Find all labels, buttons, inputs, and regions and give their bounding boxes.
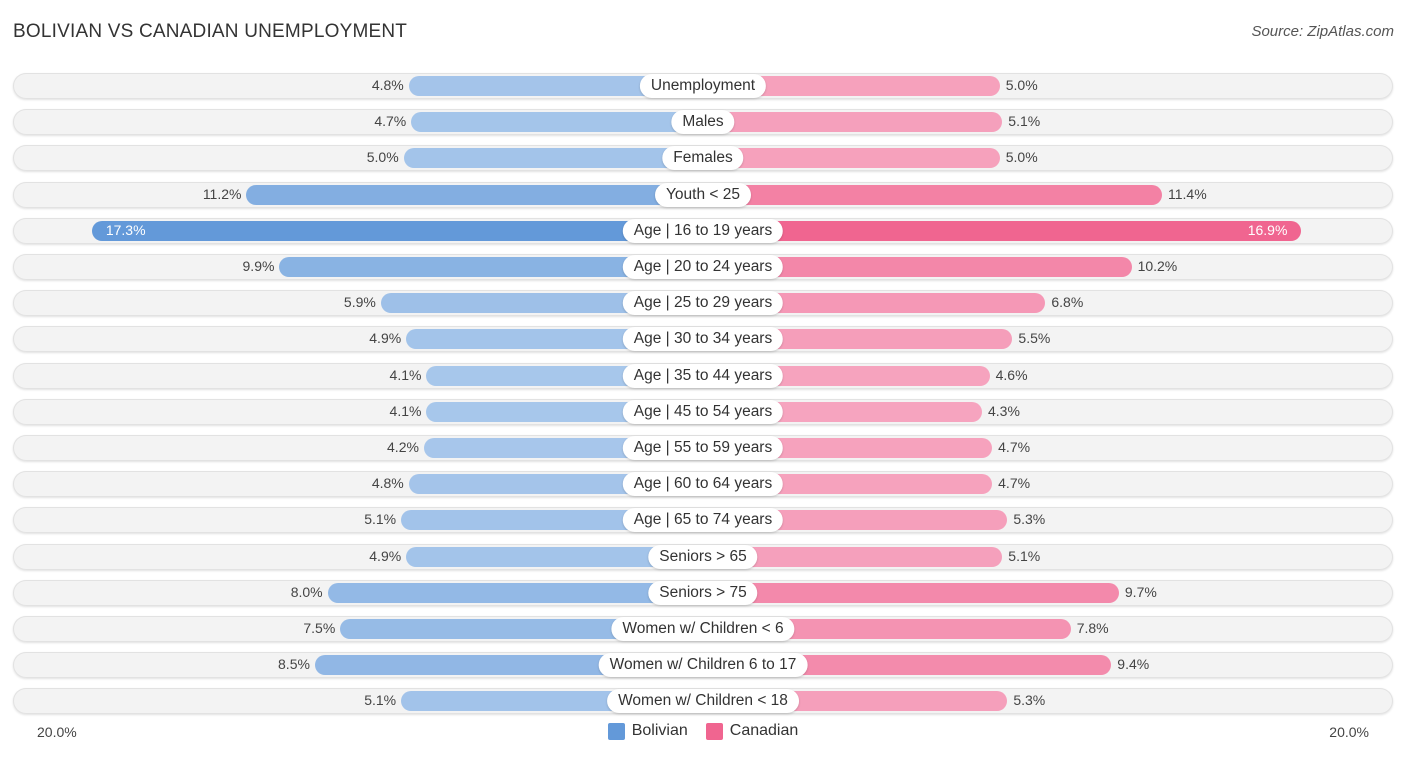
value-label-canadian: 4.3% — [988, 403, 1020, 419]
value-label-bolivian: 4.8% — [371, 77, 404, 93]
value-label-bolivian: 7.5% — [303, 620, 336, 636]
value-label-bolivian: 4.9% — [369, 330, 402, 346]
value-label-canadian: 5.1% — [1008, 113, 1041, 129]
value-label-canadian: 5.1% — [1008, 548, 1041, 564]
chart-row: 5.9% 6.8% Age | 25 to 29 years — [13, 290, 1393, 316]
chart-row: 9.9% 10.2% Age | 20 to 24 years — [13, 254, 1393, 280]
value-label-canadian: 10.2% — [1137, 258, 1178, 274]
category-label: Unemployment — [639, 74, 767, 98]
legend-label-bolivian: Bolivian — [631, 722, 688, 739]
value-label-bolivian: 4.2% — [387, 439, 419, 455]
category-label: Males — [671, 110, 735, 134]
bar-canadian[interactable] — [703, 221, 1302, 241]
category-label: Age | 65 to 74 years — [622, 508, 784, 532]
value-label-canadian: 11.4% — [1167, 186, 1207, 202]
value-label-canadian: 5.3% — [1013, 511, 1046, 527]
value-label-canadian: 4.6% — [995, 367, 1028, 383]
chart-row: 4.2% 4.7% Age | 55 to 59 years — [13, 435, 1393, 461]
chart-row: 4.8% 4.7% Age | 60 to 64 years — [13, 471, 1393, 497]
chart-row: 5.0% 5.0% Females — [13, 145, 1393, 171]
bar-canadian[interactable] — [703, 112, 1003, 132]
bar-canadian[interactable] — [703, 583, 1119, 603]
category-label: Age | 25 to 29 years — [622, 291, 784, 315]
value-label-canadian: 9.7% — [1124, 584, 1157, 600]
value-label-bolivian: 5.1% — [364, 692, 397, 708]
legend-swatch-canadian — [705, 722, 723, 740]
category-label: Seniors > 75 — [648, 581, 758, 605]
legend-item-bolivian[interactable]: Bolivian — [607, 722, 688, 740]
chart-row: 8.5% 9.4% Women w/ Children 6 to 17 — [13, 652, 1393, 678]
legend: Bolivian Canadian — [0, 722, 1406, 740]
chart-row: 7.5% 7.8% Women w/ Children < 6 — [13, 616, 1393, 642]
value-label-bolivian: 4.1% — [389, 367, 422, 383]
value-label-canadian: 6.8% — [1051, 294, 1084, 310]
category-label: Age | 35 to 44 years — [622, 364, 784, 388]
value-label-bolivian: 5.1% — [364, 511, 397, 527]
value-label-canadian: 5.0% — [1005, 77, 1038, 93]
value-label-bolivian: 11.2% — [202, 186, 242, 202]
legend-item-canadian[interactable]: Canadian — [705, 722, 799, 740]
category-label: Youth < 25 — [655, 183, 751, 207]
chart-row: 8.0% 9.7% Seniors > 75 — [13, 580, 1393, 606]
chart-row: 17.3% 16.9% Age | 16 to 19 years — [13, 218, 1393, 244]
category-label: Age | 45 to 54 years — [622, 400, 784, 424]
category-label: Women w/ Children 6 to 17 — [598, 653, 808, 677]
bar-bolivian[interactable] — [246, 185, 703, 205]
category-label: Age | 30 to 34 years — [622, 327, 784, 351]
chart-row: 5.1% 5.3% Women w/ Children < 18 — [13, 688, 1393, 714]
bar-bolivian[interactable] — [403, 148, 703, 168]
category-label: Women w/ Children < 18 — [607, 689, 799, 713]
value-label-bolivian: 5.0% — [366, 149, 399, 165]
chart-row: 4.1% 4.3% Age | 45 to 54 years — [13, 399, 1393, 425]
chart-row: 5.1% 5.3% Age | 65 to 74 years — [13, 507, 1393, 533]
value-label-bolivian: 9.9% — [242, 258, 275, 274]
value-label-canadian: 4.7% — [998, 439, 1031, 455]
value-label-bolivian: 8.5% — [278, 656, 310, 672]
category-label: Women w/ Children < 6 — [611, 617, 795, 641]
value-label-canadian: 9.4% — [1117, 656, 1150, 672]
value-label-canadian: 5.5% — [1018, 330, 1051, 346]
bar-bolivian[interactable] — [327, 583, 703, 603]
category-label: Age | 20 to 24 years — [622, 255, 784, 279]
chart-row: 11.2% 11.4% Youth < 25 — [13, 182, 1393, 208]
chart-row: 4.9% 5.5% Age | 30 to 34 years — [13, 326, 1393, 352]
chart-row: 4.8% 5.0% Unemployment — [13, 73, 1393, 99]
chart-title: BOLIVIAN VS CANADIAN UNEMPLOYMENT — [13, 21, 408, 42]
chart-row: 4.9% 5.1% Seniors > 65 — [13, 544, 1393, 570]
value-label-canadian: 5.0% — [1005, 149, 1038, 165]
category-label: Age | 60 to 64 years — [622, 472, 784, 496]
chart-row: 4.1% 4.6% Age | 35 to 44 years — [13, 363, 1393, 389]
category-label: Age | 16 to 19 years — [622, 219, 784, 243]
value-label-canadian: 7.8% — [1076, 620, 1109, 636]
value-label-bolivian: 17.3% — [105, 222, 146, 238]
bar-canadian[interactable] — [703, 148, 1000, 168]
legend-label-canadian: Canadian — [729, 722, 799, 739]
value-label-canadian: 4.7% — [998, 475, 1031, 491]
bar-bolivian[interactable] — [91, 221, 703, 241]
value-label-canadian: 16.9% — [1247, 222, 1288, 238]
value-label-bolivian: 8.0% — [290, 584, 323, 600]
value-label-bolivian: 4.7% — [374, 113, 407, 129]
category-label: Seniors > 65 — [648, 545, 758, 569]
bar-canadian[interactable] — [703, 185, 1162, 205]
value-label-bolivian: 4.8% — [371, 475, 404, 491]
value-label-canadian: 5.3% — [1013, 692, 1046, 708]
value-label-bolivian: 5.9% — [343, 294, 376, 310]
value-label-bolivian: 4.1% — [389, 403, 422, 419]
bar-bolivian[interactable] — [411, 112, 703, 132]
category-label: Females — [662, 146, 744, 170]
source-label: Source: ZipAtlas.com — [1251, 23, 1394, 40]
category-label: Age | 55 to 59 years — [622, 436, 784, 460]
value-label-bolivian: 4.9% — [369, 548, 402, 564]
chart-row: 4.7% 5.1% Males — [13, 109, 1393, 135]
legend-swatch-bolivian — [607, 722, 625, 740]
